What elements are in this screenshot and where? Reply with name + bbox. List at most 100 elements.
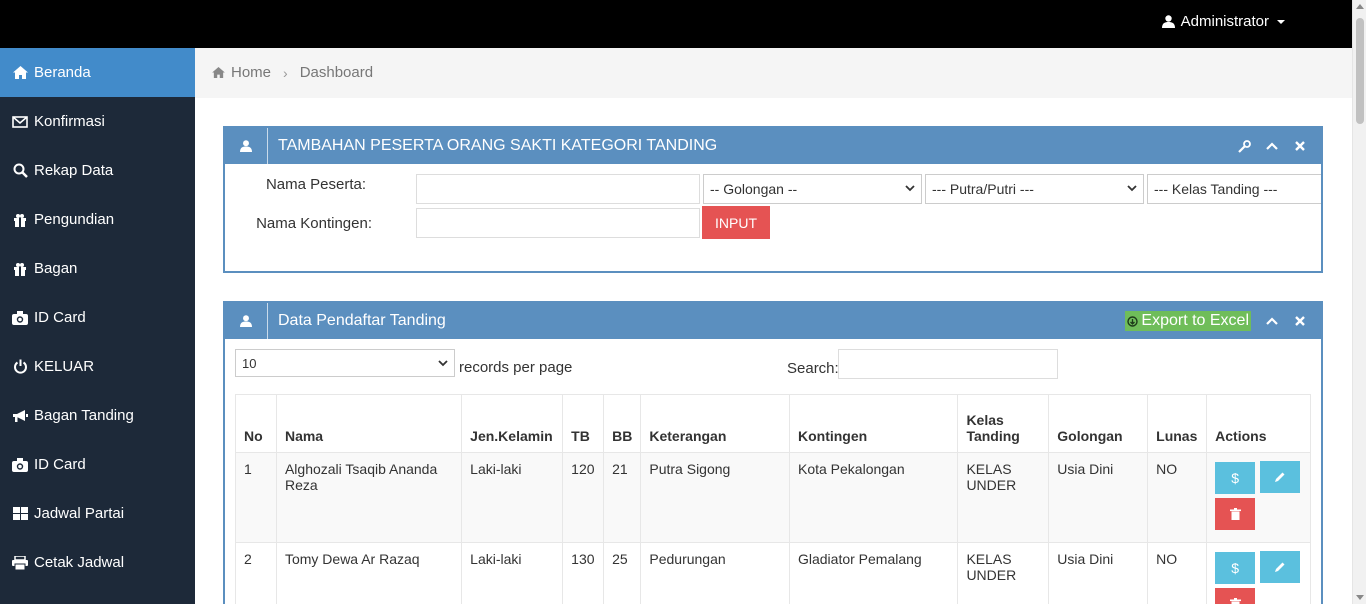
sidebar-item-label: Cetak Jadwal bbox=[34, 554, 125, 571]
sidebar-item-pengundian[interactable]: Pengundian bbox=[0, 195, 195, 244]
search-input[interactable] bbox=[838, 349, 1058, 379]
edit-button[interactable] bbox=[1260, 461, 1301, 493]
sidebar-item-id-card-2[interactable]: ID Card bbox=[0, 440, 195, 489]
sidebar-item-cetak-jadwal[interactable]: Cetak Jadwal bbox=[0, 538, 195, 587]
sidebar-item-label: Beranda bbox=[34, 64, 91, 81]
cell-kontingen: Kota Pekalongan bbox=[788, 452, 959, 543]
cell-jen-kelamin: Laki-laki bbox=[461, 542, 564, 604]
col-lunas[interactable]: Lunas bbox=[1147, 394, 1208, 453]
sidebar-item-id-card[interactable]: ID Card bbox=[0, 293, 195, 342]
col-golongan[interactable]: Golongan bbox=[1048, 394, 1149, 453]
kelas-tanding-select[interactable]: --- Kelas Tanding --- bbox=[1147, 174, 1321, 204]
user-icon bbox=[225, 128, 268, 164]
cell-bb: 25 bbox=[603, 542, 642, 604]
col-kontingen[interactable]: Kontingen bbox=[788, 394, 959, 453]
delete-button[interactable] bbox=[1215, 498, 1256, 530]
sidebar-item-keluar[interactable]: KELUAR bbox=[0, 342, 195, 391]
gift-icon bbox=[12, 261, 28, 277]
sidebar-item-bagan-tanding[interactable]: Bagan Tanding bbox=[0, 391, 195, 440]
top-navbar: Administrator bbox=[0, 0, 1352, 48]
wrench-icon[interactable] bbox=[1237, 139, 1251, 153]
power-icon bbox=[12, 359, 28, 375]
edit-button[interactable] bbox=[1260, 551, 1301, 583]
bullhorn-icon bbox=[12, 408, 28, 424]
putra-putri-select[interactable]: --- Putra/Putri --- bbox=[925, 174, 1144, 204]
cell-no: 2 bbox=[235, 542, 277, 604]
col-nama[interactable]: Nama bbox=[275, 394, 463, 453]
page-scrollbar[interactable] bbox=[1352, 0, 1366, 604]
cell-lunas: NO bbox=[1147, 452, 1208, 543]
records-per-page-value: 10 bbox=[242, 355, 257, 371]
panel-title: TAMBAHAN PESERTA ORANG SAKTI KATEGORI TA… bbox=[278, 137, 718, 154]
payment-button[interactable]: $ bbox=[1215, 462, 1256, 494]
close-icon[interactable] bbox=[1293, 139, 1307, 153]
export-excel-label: Export to Excel bbox=[1141, 312, 1249, 329]
pencil-icon bbox=[1275, 472, 1285, 482]
scroll-up-icon[interactable] bbox=[1356, 4, 1364, 9]
nama-kontingen-input[interactable] bbox=[416, 208, 700, 238]
sidebar-item-label: KELUAR bbox=[34, 358, 95, 375]
breadcrumb-current: Dashboard bbox=[299, 64, 374, 81]
search-icon bbox=[12, 163, 28, 179]
user-name: Administrator bbox=[1180, 13, 1269, 30]
records-per-page-label: records per page bbox=[459, 359, 573, 376]
cell-kelas-tanding: KELAS UNDER bbox=[957, 452, 1050, 543]
golongan-select-value: -- Golongan -- bbox=[710, 181, 798, 197]
home-icon bbox=[12, 65, 28, 81]
add-participant-panel: TAMBAHAN PESERTA ORANG SAKTI KATEGORI TA… bbox=[223, 126, 1323, 273]
scroll-down-icon[interactable] bbox=[1356, 595, 1364, 600]
home-icon bbox=[212, 67, 225, 78]
caret-down-icon bbox=[1277, 19, 1285, 24]
sidebar-item-jadwal-partai[interactable]: Jadwal Partai bbox=[0, 489, 195, 538]
cell-actions: $ bbox=[1206, 542, 1311, 604]
records-per-page-select[interactable]: 10 bbox=[235, 349, 455, 377]
nama-peserta-input[interactable] bbox=[416, 174, 700, 204]
dollar-icon: $ bbox=[1231, 470, 1240, 486]
payment-button[interactable]: $ bbox=[1215, 552, 1256, 584]
camera-icon bbox=[12, 310, 28, 326]
print-icon bbox=[12, 555, 28, 571]
panel-title: Data Pendaftar Tanding bbox=[278, 312, 446, 329]
scroll-thumb[interactable] bbox=[1356, 18, 1364, 124]
breadcrumb-home[interactable]: Home bbox=[231, 64, 271, 81]
table-row: 2 Tomy Dewa Ar Razaq Laki-laki 130 25 Pe… bbox=[235, 542, 1311, 604]
export-excel-button[interactable]: Export to Excel bbox=[1125, 311, 1251, 331]
sidebar-item-konfirmasi[interactable]: Konfirmasi bbox=[0, 97, 195, 146]
col-tb[interactable]: TB bbox=[562, 394, 605, 453]
envelope-icon bbox=[12, 114, 28, 130]
cell-golongan: Usia Dini bbox=[1048, 452, 1149, 543]
golongan-select[interactable]: -- Golongan -- bbox=[703, 174, 922, 204]
chevron-right-icon: › bbox=[283, 64, 288, 81]
sidebar-item-label: Jadwal Partai bbox=[34, 505, 125, 522]
cell-tb: 130 bbox=[562, 542, 605, 604]
user-icon bbox=[1161, 15, 1175, 28]
sidebar-item-beranda[interactable]: Beranda bbox=[0, 48, 195, 97]
col-kelas-tanding[interactable]: Kelas Tanding bbox=[957, 394, 1050, 453]
cell-jen-kelamin: Laki-laki bbox=[461, 452, 564, 543]
col-actions: Actions bbox=[1206, 394, 1311, 453]
cell-keterangan: Putra Sigong bbox=[640, 452, 790, 543]
cell-keterangan: Pedurungan bbox=[640, 542, 790, 604]
delete-button[interactable] bbox=[1215, 588, 1256, 604]
sidebar-item-bagan[interactable]: Bagan bbox=[0, 244, 195, 293]
cell-kontingen: Gladiator Pemalang bbox=[788, 542, 959, 604]
table-header-row: No Nama Jen.Kelamin TB BB Keterangan Kon… bbox=[235, 394, 1311, 453]
user-menu[interactable]: Administrator bbox=[1161, 13, 1285, 30]
grid-icon bbox=[12, 506, 28, 522]
sidebar-item-rekap-data[interactable]: Rekap Data bbox=[0, 146, 195, 195]
table-row: 1 Alghozali Tsaqib Ananda Reza Laki-laki… bbox=[235, 452, 1311, 543]
chevron-down-icon bbox=[1127, 185, 1137, 192]
chevron-up-icon[interactable] bbox=[1265, 314, 1279, 328]
col-no[interactable]: No bbox=[235, 394, 277, 453]
col-jen-kelamin[interactable]: Jen.Kelamin bbox=[461, 394, 564, 453]
sidebar-item-label: Pengundian bbox=[34, 211, 115, 228]
sidebar-item-label: Konfirmasi bbox=[34, 113, 105, 130]
chevron-up-icon[interactable] bbox=[1265, 139, 1279, 153]
col-keterangan[interactable]: Keterangan bbox=[640, 394, 790, 453]
cell-nama: Alghozali Tsaqib Ananda Reza bbox=[275, 452, 463, 543]
sidebar-item-label: Rekap Data bbox=[34, 162, 114, 179]
input-button[interactable]: INPUT bbox=[702, 206, 770, 239]
cell-lunas: NO bbox=[1147, 542, 1208, 604]
col-bb[interactable]: BB bbox=[603, 394, 642, 453]
close-icon[interactable] bbox=[1293, 314, 1307, 328]
